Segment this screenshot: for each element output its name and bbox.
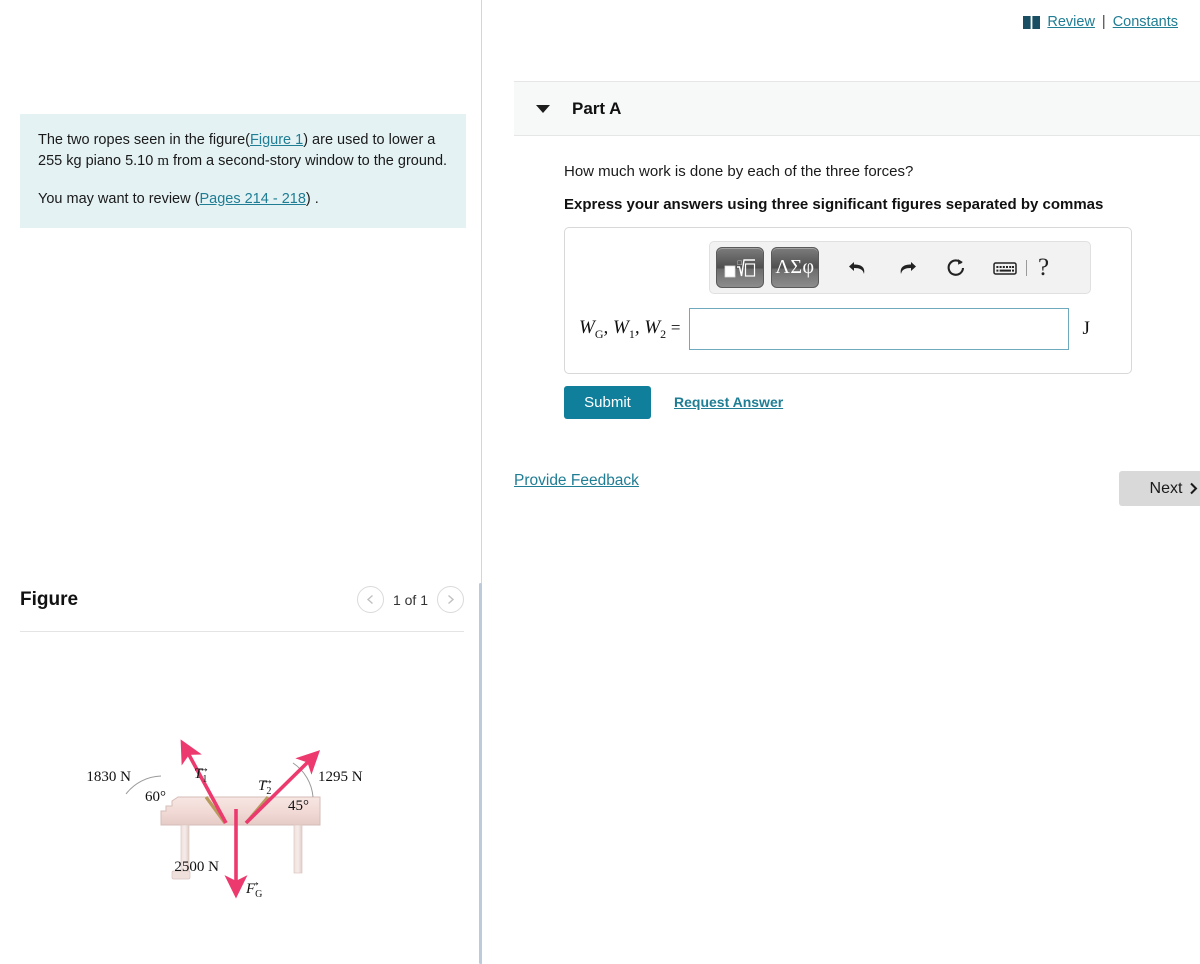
svg-text:□: □: [738, 259, 743, 267]
question-text: How much work is done by each of the thr…: [564, 163, 914, 180]
answer-variable-label: WG, W1, W2 =: [579, 316, 681, 341]
reset-button[interactable]: [941, 254, 971, 282]
label-t2-vector-hat: →: [261, 772, 274, 787]
figure-pager: 1 of 1: [356, 586, 464, 613]
part-a-title: Part A: [572, 98, 622, 118]
greek-symbols-button[interactable]: ΛΣφ: [771, 247, 819, 288]
figure-title: Figure: [20, 589, 79, 610]
page-root: The two ropes seen in the figure(Figure …: [0, 0, 1200, 964]
figure-page-label: 1 of 1: [392, 591, 428, 608]
chevron-left-icon: [366, 594, 373, 605]
problem-paragraph: The two ropes seen in the figure(Figure …: [38, 130, 448, 173]
undo-button[interactable]: [843, 254, 873, 282]
greek-symbols-label: ΛΣφ: [775, 256, 815, 278]
provide-feedback-link[interactable]: Provide Feedback: [514, 472, 639, 490]
toolbar-divider: [1026, 259, 1027, 276]
math-toolbar: □ ΛΣφ ?: [709, 241, 1091, 294]
math-template-button[interactable]: □: [716, 247, 764, 288]
figure-next-button[interactable]: [437, 586, 464, 613]
review-link[interactable]: Review: [1047, 14, 1095, 30]
submit-button[interactable]: Submit: [564, 386, 651, 419]
label-t2-magnitude: 1295 N: [318, 769, 363, 785]
caret-down-icon[interactable]: [536, 104, 550, 113]
keyboard-icon: [993, 261, 1017, 275]
book-icon: [1023, 15, 1041, 29]
math-template-icon: □: [724, 259, 756, 277]
pages-review-link[interactable]: Pages 214 - 218: [199, 191, 305, 207]
problem-text-1: The two ropes seen in the figure(: [38, 132, 250, 148]
label-weight-magnitude: 2500 N: [174, 859, 219, 875]
figure-divider: [20, 631, 464, 632]
figure-prev-button[interactable]: [356, 586, 384, 613]
figure-header: Figure 1 of 1: [20, 586, 464, 630]
link-separator: |: [1101, 14, 1106, 30]
label-angle-60: 60°: [145, 789, 166, 805]
chevron-right-icon: [1190, 482, 1198, 495]
piano-leg-right: [293, 824, 303, 874]
top-link-bar: Review | Constants: [1023, 14, 1178, 30]
label-t1-magnitude: 1830 N: [86, 769, 131, 785]
review-paragraph: You may want to review (Pages 214 - 218)…: [38, 189, 448, 210]
redo-button[interactable]: [892, 254, 922, 282]
redo-icon: [900, 261, 916, 274]
question-instruction: Express your answers using three signifi…: [564, 196, 1104, 213]
next-button[interactable]: Next: [1119, 471, 1200, 506]
figure-1-link[interactable]: Figure 1: [250, 132, 303, 148]
next-button-label: Next: [1149, 479, 1183, 497]
undo-icon: [849, 261, 865, 274]
chevron-right-icon: [448, 594, 455, 605]
unit-meters: m: [157, 153, 169, 170]
constants-link[interactable]: Constants: [1113, 14, 1178, 30]
help-button[interactable]: ?: [1038, 255, 1049, 280]
label-weight-vector-hat: →: [248, 874, 261, 889]
part-a-header[interactable]: Part A: [514, 81, 1200, 136]
problem-statement: The two ropes seen in the figure(Figure …: [20, 114, 466, 228]
answer-unit: J: [1082, 318, 1090, 339]
answer-row: WG, W1, W2 = J: [579, 308, 1090, 350]
reset-icon: [947, 258, 965, 276]
problem-text-3: from a second-story window to the ground…: [169, 153, 448, 170]
answer-input[interactable]: [688, 308, 1069, 350]
answer-panel: □ ΛΣφ ? WG, W1, W2 = J: [564, 227, 1132, 374]
label-t1-vector-hat: →: [197, 760, 210, 775]
right-panel: Review | Constants Part A How much work …: [482, 0, 1200, 964]
piano-force-diagram: 1830 N T1 → 60° 1295 N T2 → 45° 2500 N F…: [86, 739, 363, 900]
keyboard-button[interactable]: [990, 254, 1020, 282]
left-panel: The two ropes seen in the figure(Figure …: [0, 0, 481, 964]
request-answer-link[interactable]: Request Answer: [674, 394, 783, 410]
figure-diagram: 1830 N T1 → 60° 1295 N T2 → 45° 2500 N F…: [20, 645, 464, 945]
review-prefix: You may want to review (: [38, 190, 200, 207]
label-angle-45: 45°: [288, 798, 309, 814]
review-suffix: ) .: [305, 190, 319, 207]
